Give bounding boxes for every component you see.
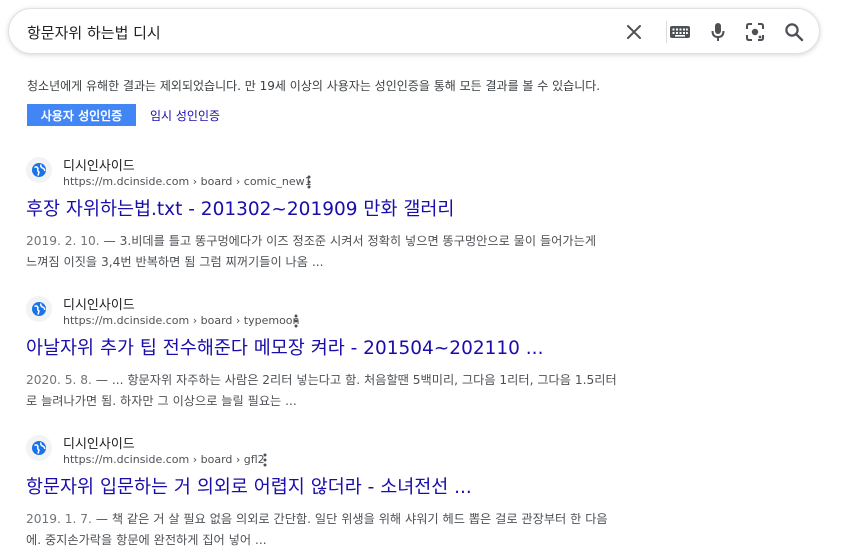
- result-snippet-text: — ... 항문자위 자주하는 사람은 2리터 넣는다고 함. 처음할땐 5백미…: [91, 373, 617, 387]
- keyboard-icon[interactable]: [668, 20, 692, 44]
- search-results-page: 청소년에게 유해한 결과는 제외되었습니다. 만 19세 이상의 사용자는 성인…: [0, 0, 850, 560]
- more-options-icon[interactable]: [289, 313, 303, 329]
- result-url[interactable]: https://m.dcinside.com › board › comic_n…: [63, 175, 312, 188]
- globe-icon: [26, 435, 52, 461]
- globe-icon: [26, 296, 52, 322]
- result-site-name: 디시인사이드: [63, 159, 135, 174]
- more-options-icon[interactable]: [302, 174, 316, 190]
- result-snippet-text: 에. 중지손가락을 항문에 완전하게 집어 넣어 ...: [26, 533, 267, 547]
- temporary-verification-link[interactable]: 임시 성인인증: [150, 107, 220, 124]
- result-snippet: 2020. 5. 8. — ... 항문자위 자주하는 사람은 2리터 넣는다고…: [26, 370, 651, 412]
- result-site-name: 디시인사이드: [63, 437, 135, 452]
- adult-verification-button[interactable]: 사용자 성인인증: [27, 104, 136, 126]
- result-title-link[interactable]: 항문자위 입문하는 거 의외로 어렵지 않더라 - 소녀전선 ...: [26, 473, 472, 499]
- safesearch-notice: 청소년에게 유해한 결과는 제외되었습니다. 만 19세 이상의 사용자는 성인…: [27, 79, 601, 93]
- more-options-icon[interactable]: [258, 452, 272, 468]
- result-url[interactable]: https://m.dcinside.com › board › gfl2: [63, 453, 265, 466]
- result-date: 2020. 5. 8.: [26, 373, 92, 387]
- result-date: 2019. 2. 10.: [26, 234, 100, 248]
- result-snippet: 2019. 1. 7. — 책 같은 거 살 필요 없음 의외로 간단함. 일단…: [26, 509, 651, 551]
- result-snippet-text: — 3.비데를 틀고 똥구멍에다가 이즈 정조준 시켜서 정확히 넣으면 똥구멍…: [99, 234, 597, 248]
- result-snippet: 2019. 2. 10. — 3.비데를 틀고 똥구멍에다가 이즈 정조준 시켜…: [26, 231, 651, 273]
- result-site-name: 디시인사이드: [63, 298, 135, 313]
- search-bar: [8, 8, 820, 54]
- result-snippet-text: 로 늘려나가면 됨. 하자만 그 이상으로 늘릴 필요는 ...: [26, 394, 297, 408]
- result-title-link[interactable]: 아날자위 추가 팁 전수해준다 메모장 켜라 - 201504~202110 .…: [26, 334, 543, 360]
- result-date: 2019. 1. 7.: [26, 512, 92, 526]
- result-snippet-text: — 책 같은 거 살 필요 없음 의외로 간단함. 일단 위생을 위해 샤워기 …: [91, 512, 608, 526]
- search-bar-divider: [666, 21, 667, 43]
- close-icon[interactable]: [622, 20, 646, 44]
- globe-icon: [26, 157, 52, 183]
- result-snippet-text: 느껴짐 이짓을 3,4번 반복하면 됨 그럼 찌꺼기들이 나옴 ...: [26, 255, 324, 269]
- search-icon[interactable]: [782, 20, 806, 44]
- search-input[interactable]: [27, 21, 587, 43]
- microphone-icon[interactable]: [706, 20, 730, 44]
- camera-lens-icon[interactable]: [743, 20, 767, 44]
- result-title-link[interactable]: 후장 자위하는법.txt - 201302~201909 만화 갤러리: [26, 195, 454, 221]
- result-url[interactable]: https://m.dcinside.com › board › typemoo…: [63, 314, 300, 327]
